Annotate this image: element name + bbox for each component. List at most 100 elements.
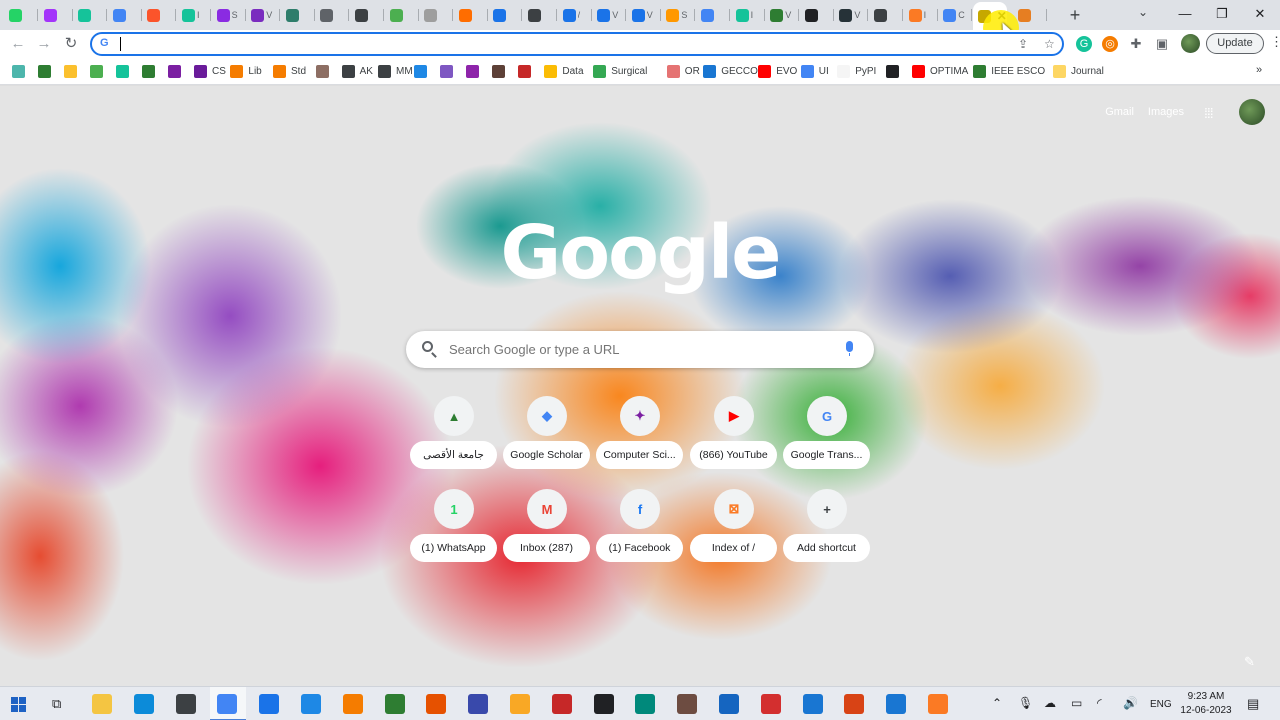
shortcut-tile[interactable]: G Google Trans... [783, 396, 873, 476]
add-shortcut-tile[interactable]: + Add shortcut [783, 489, 873, 569]
minimize-button[interactable]: — [1170, 4, 1200, 24]
reload-button[interactable]: ↻ [61, 35, 81, 53]
shortcut-tile[interactable]: ✦ Computer Sci... [596, 396, 686, 476]
extensions-puzzle-icon[interactable]: ✚ [1128, 36, 1144, 52]
tab[interactable]: I [731, 4, 765, 26]
bookmark-item[interactable]: CS [194, 63, 226, 79]
bookmark-item[interactable] [518, 63, 536, 79]
bookmark-item[interactable]: MM [378, 63, 413, 79]
tree-icon[interactable] [635, 694, 656, 714]
shortcut-tile[interactable]: 1 (1) WhatsApp [410, 489, 500, 569]
onedrive-cloud-icon[interactable]: ☁ [1044, 696, 1056, 710]
new-tab-button[interactable]: + [1064, 4, 1086, 26]
bookmark-item[interactable] [12, 63, 30, 79]
window-close-button[interactable]: ✕ [1245, 4, 1275, 24]
side-panel-icon[interactable]: ▣ [1154, 36, 1170, 52]
gmail-link[interactable]: Gmail [1105, 106, 1134, 118]
shortcut-tile[interactable]: ⊠ Index of / [690, 489, 780, 569]
orange-ring-icon[interactable] [342, 694, 363, 714]
tab[interactable]: C [938, 4, 973, 26]
tray-overflow-chevron-icon[interactable]: ⌃ [992, 696, 1002, 710]
images-link[interactable]: Images [1148, 106, 1184, 118]
tab[interactable] [869, 4, 903, 26]
bookmark-item[interactable]: PyPI [837, 63, 876, 79]
microphone-icon[interactable] [846, 341, 853, 356]
tab[interactable]: V [765, 4, 800, 26]
tab[interactable] [696, 4, 730, 26]
tab[interactable] [73, 4, 108, 26]
shortcut-tile[interactable]: ▶ (866) YouTube [690, 396, 780, 476]
vscode-icon[interactable] [886, 694, 907, 714]
mail-icon[interactable] [259, 694, 280, 714]
book-icon[interactable] [719, 694, 739, 714]
bookmark-item[interactable] [466, 63, 484, 79]
address-bar[interactable]: G ⇪ ☆ [90, 32, 1064, 56]
tab-search-chevron-icon[interactable]: ⌄ [1138, 5, 1148, 19]
tab[interactable]: V [627, 4, 661, 26]
chat-extension-icon[interactable]: ◎ [1102, 36, 1118, 52]
bookmark-item[interactable]: IEEE ESCO [973, 63, 1045, 79]
bookmark-item[interactable] [116, 63, 134, 79]
shortcut-tile[interactable]: M Inbox (287) [503, 489, 593, 569]
bookmark-item[interactable]: Data [544, 63, 584, 79]
bookmark-item[interactable] [168, 63, 186, 79]
green-ring-icon[interactable] [384, 694, 405, 714]
bookmark-item[interactable]: Surgical [593, 63, 647, 79]
tab[interactable]: V [592, 4, 627, 26]
bookmarks-overflow-icon[interactable]: » [1256, 64, 1262, 76]
tab[interactable]: I [177, 4, 211, 26]
tab[interactable]: S [661, 4, 696, 26]
bookmark-item[interactable] [492, 63, 510, 79]
tab[interactable]: / [558, 4, 592, 26]
shortcut-tile[interactable]: f (1) Facebook [596, 489, 686, 569]
clock[interactable]: 9:23 AM 12-06-2023 [1178, 690, 1234, 718]
tab[interactable]: I [904, 4, 938, 26]
search-input[interactable] [449, 340, 829, 358]
bookmark-item[interactable]: EVO [758, 63, 797, 79]
tab[interactable] [142, 4, 177, 26]
account-avatar[interactable] [1239, 99, 1265, 125]
bookmark-item[interactable] [315, 63, 334, 79]
bookmark-item[interactable] [64, 63, 82, 79]
tab[interactable] [419, 4, 454, 26]
windows-start-icon[interactable] [11, 697, 26, 712]
language-indicator[interactable]: ENG [1150, 699, 1172, 710]
back-button[interactable]: ← [8, 35, 28, 53]
bookmark-item[interactable] [38, 63, 56, 79]
tab[interactable] [523, 4, 557, 26]
tab[interactable]: V [834, 4, 869, 26]
notifications-icon[interactable]: ▤ [1247, 696, 1259, 712]
tab[interactable]: V [246, 4, 281, 26]
cube-icon[interactable] [510, 694, 530, 714]
dots-icon[interactable] [551, 694, 572, 714]
acrobat-icon[interactable] [760, 694, 781, 714]
tab[interactable] [108, 4, 142, 26]
tab[interactable] [315, 4, 350, 26]
bookmark-star-icon[interactable]: ☆ [1044, 37, 1055, 51]
bookmark-item[interactable]: GECCO [703, 63, 758, 79]
bookmark-item[interactable] [90, 63, 108, 79]
shortcut-tile[interactable]: ▲ جامعة الأقصى [410, 396, 500, 476]
address-input[interactable] [118, 36, 998, 52]
tab[interactable] [4, 4, 38, 26]
more-menu-icon[interactable]: ⋮ [1270, 34, 1280, 50]
bookmark-item[interactable]: AK [341, 63, 373, 79]
grammarly-extension-icon[interactable]: G [1076, 36, 1092, 52]
note-icon[interactable] [802, 694, 823, 714]
file-explorer-icon[interactable] [92, 694, 112, 714]
disk-icon[interactable] [468, 694, 489, 714]
store-icon[interactable] [175, 694, 196, 714]
xampp-icon[interactable] [928, 694, 948, 714]
bookmark-item[interactable]: OR [666, 63, 700, 79]
bookmark-item[interactable]: UI [800, 63, 829, 79]
tab[interactable] [281, 4, 315, 26]
matlab-icon[interactable] [426, 694, 447, 714]
tab[interactable] [454, 4, 488, 26]
bookmark-item[interactable]: Lib [230, 63, 262, 79]
share-icon[interactable]: ⇪ [1018, 37, 1028, 51]
tab[interactable]: S [212, 4, 246, 26]
powerpoint-icon[interactable] [844, 694, 865, 714]
forward-button[interactable]: → [34, 35, 54, 53]
profile-avatar[interactable] [1181, 34, 1200, 53]
bookmark-item[interactable]: Std [273, 63, 306, 79]
